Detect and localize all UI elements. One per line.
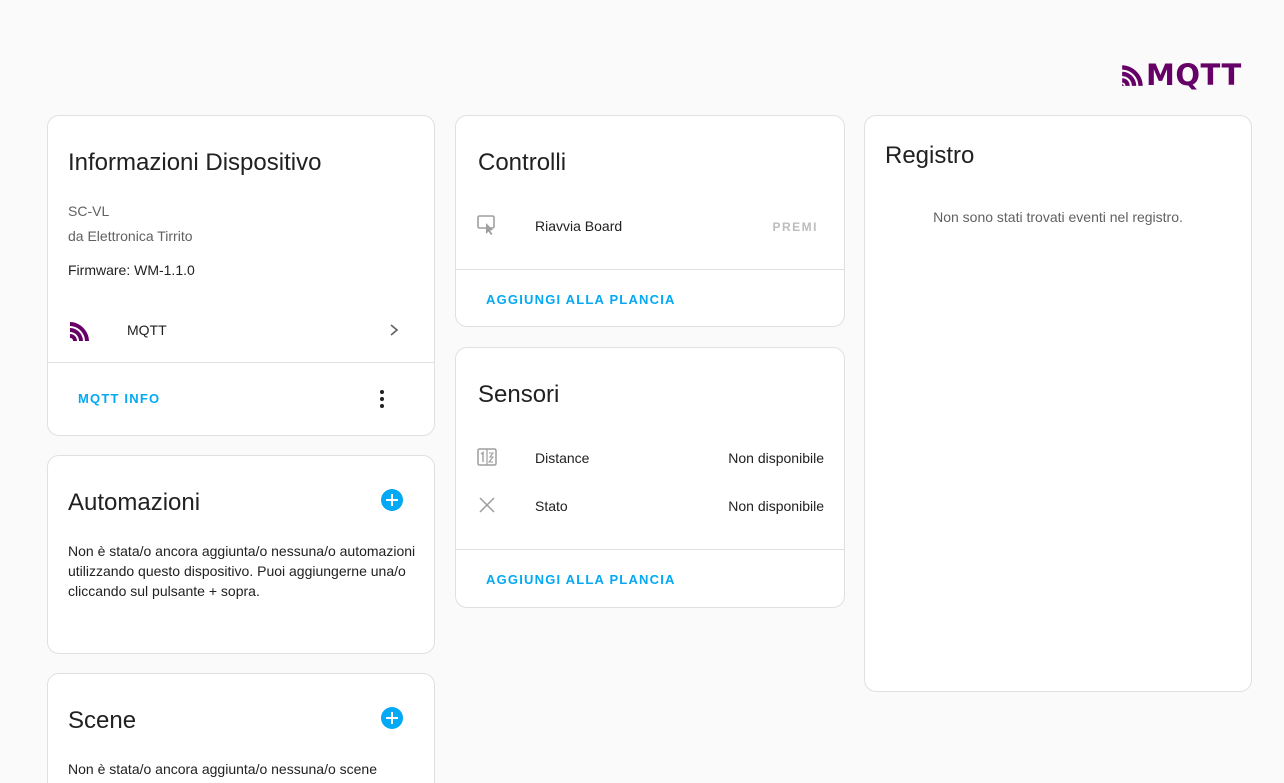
mqtt-logo: MQTT <box>1120 60 1242 90</box>
device-info-card: Informazioni Dispositivo SC-VL da Elettr… <box>47 115 435 436</box>
logbook-empty-message: Non sono stati trovati eventi nel regist… <box>933 209 1183 225</box>
integration-label: MQTT <box>127 322 167 338</box>
controls-card: Controlli Riavvia Board PREMI AGGIUNGI A… <box>455 115 845 327</box>
scenes-description: Non è stata/o ancora aggiunta/o nessuna/… <box>68 761 406 783</box>
automations-title: Automazioni <box>68 489 201 516</box>
sensor-row-distance[interactable]: Distance Non disponibile <box>456 442 844 474</box>
entity-row-restart[interactable]: Riavvia Board PREMI <box>456 210 844 242</box>
gesture-tap-button-icon <box>477 215 495 235</box>
integration-mqtt-link[interactable]: MQTT <box>48 312 434 356</box>
device-model: SC-VL <box>68 203 110 219</box>
logbook-card: Registro Non sono stati trovati eventi n… <box>864 115 1252 692</box>
add-to-dashboard-button[interactable]: AGGIUNGI ALLA PLANCIA <box>486 572 676 587</box>
divider <box>456 549 844 550</box>
add-to-dashboard-button[interactable]: AGGIUNGI ALLA PLANCIA <box>486 292 676 307</box>
mqtt-icon <box>70 322 89 341</box>
device-info-title: Informazioni Dispositivo <box>68 149 322 176</box>
add-scene-button[interactable] <box>381 707 403 729</box>
mqtt-info-button[interactable]: MQTT INFO <box>78 391 160 406</box>
sensor-name: Stato <box>535 498 568 514</box>
divider <box>456 269 844 270</box>
mqtt-signal-icon <box>1122 65 1143 86</box>
scenes-card: Scene Non è stata/o ancora aggiunta/o ne… <box>47 673 435 783</box>
sensor-name: Distance <box>535 450 590 466</box>
close-icon <box>479 497 495 513</box>
logbook-title: Registro <box>885 142 975 169</box>
divider <box>48 362 434 363</box>
sensor-row-stato[interactable]: Stato Non disponibile <box>456 490 844 522</box>
sensors-title: Sensori <box>478 381 560 408</box>
sensor-state: Non disponibile <box>728 450 824 466</box>
add-automation-button[interactable] <box>381 489 403 511</box>
device-manufacturer: da Elettronica Tirrito <box>68 228 193 244</box>
scenes-title: Scene <box>68 707 137 734</box>
logo-text: MQTT <box>1146 58 1242 92</box>
chevron-right-icon <box>390 324 399 336</box>
sensor-state: Non disponibile <box>728 498 824 514</box>
numeric-icon <box>477 448 497 466</box>
automations-card: Automazioni Non è stata/o ancora aggiunt… <box>47 455 435 654</box>
automations-description: Non è stata/o ancora aggiunta/o nessuna/… <box>68 543 416 599</box>
more-options-button[interactable] <box>370 386 394 412</box>
sensors-card: Sensori Distance Non disponibile Stato N… <box>455 347 845 608</box>
device-firmware: Firmware: WM-1.1.0 <box>68 262 195 278</box>
press-button[interactable]: PREMI <box>772 220 818 234</box>
controls-title: Controlli <box>478 149 567 176</box>
entity-name: Riavvia Board <box>535 218 623 234</box>
dots-vertical-icon <box>380 390 384 408</box>
